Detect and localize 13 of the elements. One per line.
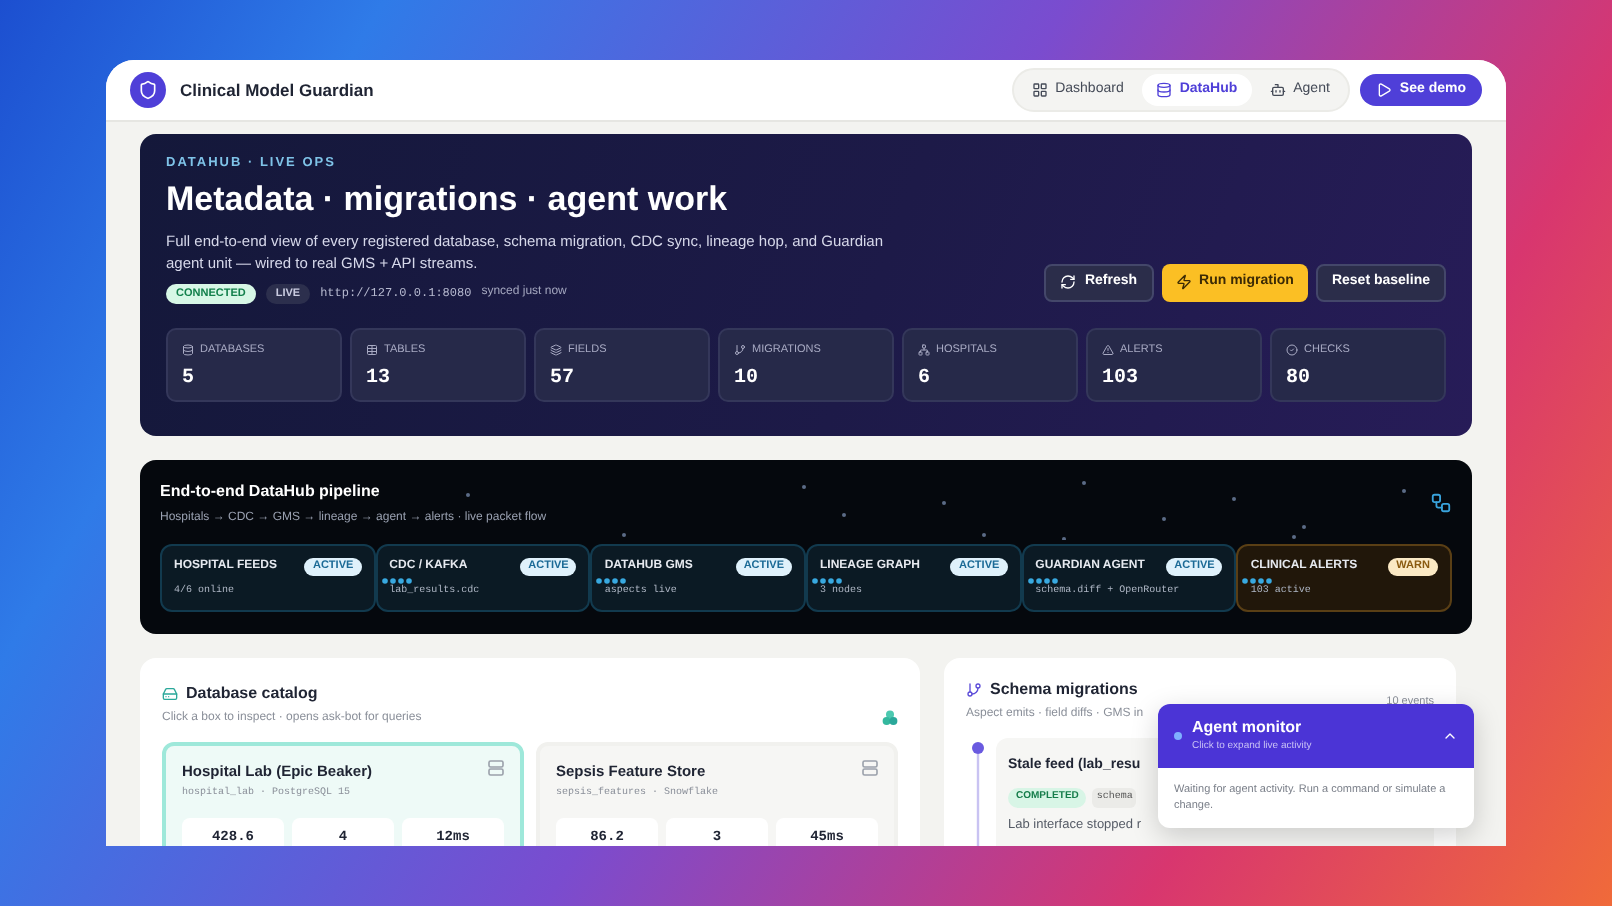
stat-value: 103 <box>1102 366 1141 394</box>
stat-value: 13 <box>366 366 393 394</box>
stat-value: 10 <box>734 366 761 394</box>
pipeline-title: End-to-end DataHub pipeline <box>160 480 382 504</box>
stat-value: 5 <box>182 366 197 394</box>
stat-value: 80 <box>1286 366 1313 394</box>
migrations-title: Schema migrations <box>990 678 1138 702</box>
catalog-title: Database catalog <box>186 682 318 706</box>
agent-monitor-title: Agent monitor <box>1192 716 1304 740</box>
stat-value: 6 <box>918 366 933 394</box>
app-title: Clinical Model Guardian <box>180 77 374 103</box>
hero-title: Metadata · migrations · agent work <box>166 179 730 220</box>
stat-value: 57 <box>550 366 577 394</box>
